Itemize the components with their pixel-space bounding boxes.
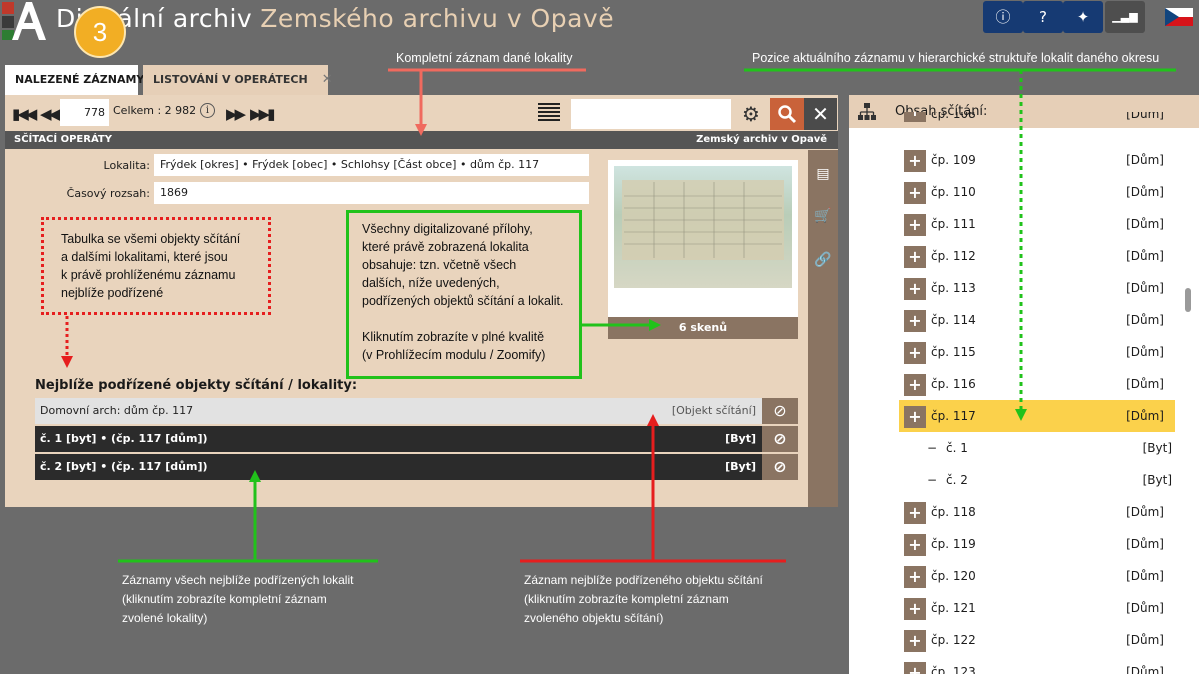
annotation-arrows [61, 68, 1176, 563]
